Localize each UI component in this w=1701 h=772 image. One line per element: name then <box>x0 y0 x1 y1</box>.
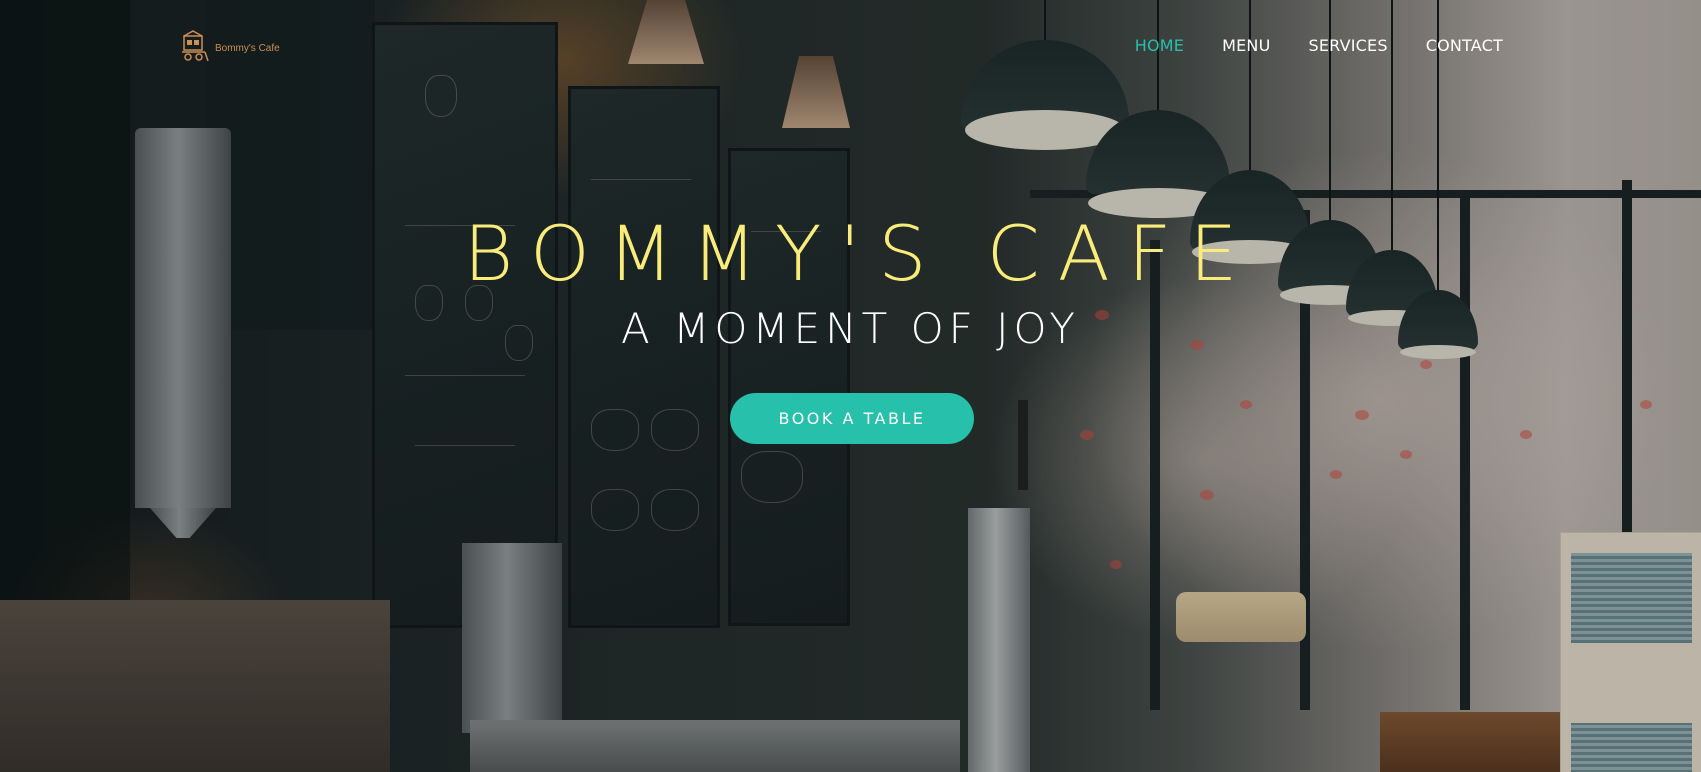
nav-link-services[interactable]: SERVICES <box>1309 36 1388 55</box>
hero-section: Bommy's Cafe HOME MENU SERVICES CONTACT … <box>0 0 1701 772</box>
nav-link-menu[interactable]: MENU <box>1222 36 1270 55</box>
nav-link-contact[interactable]: CONTACT <box>1426 36 1503 55</box>
hero-subtitle: A MOMENT OF JOY <box>621 304 1080 353</box>
nav-item-services: SERVICES <box>1309 36 1388 55</box>
nav-item-contact: CONTACT <box>1426 36 1503 55</box>
brand-logo[interactable]: Bommy's Cafe <box>181 30 280 66</box>
nav-item-home: HOME <box>1135 36 1184 55</box>
brand-name: Bommy's Cafe <box>215 42 280 54</box>
book-table-button[interactable]: BOOK A TABLE <box>730 393 974 444</box>
nav-item-menu: MENU <box>1222 36 1270 55</box>
nav-link-home[interactable]: HOME <box>1135 36 1184 55</box>
coffee-cart-icon <box>182 30 209 62</box>
hero-title: BOMMY'S CAFE <box>463 209 1256 298</box>
main-nav: HOME MENU SERVICES CONTACT <box>1135 36 1503 55</box>
